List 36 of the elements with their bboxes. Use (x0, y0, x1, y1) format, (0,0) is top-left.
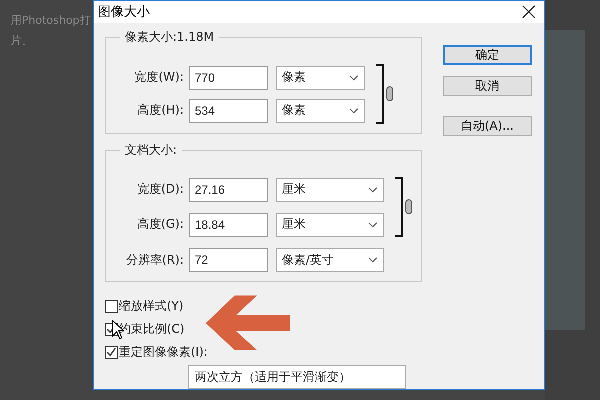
field-label: 高度(H): (136, 102, 184, 119)
field-label: 高度(G): (136, 216, 184, 233)
chevron-icon (349, 108, 359, 114)
group-title: 文档大小: (120, 142, 182, 159)
unit-dropdown[interactable]: 像素/英寸 (276, 248, 384, 272)
unit-dropdown[interactable]: 像素 (276, 98, 365, 122)
field-label: 宽度(W): (134, 69, 184, 86)
checkbox[interactable] (105, 300, 118, 313)
field-label: 分辨率(R): (125, 252, 184, 268)
dialog-button[interactable]: 自动(A)... (443, 116, 532, 136)
group-title: 像素大小:1.18M (120, 29, 220, 46)
checkbox-label: 缩放样式(Y) (119, 298, 184, 315)
chevron-icon (368, 222, 378, 228)
unit-dropdown[interactable]: 像素 (276, 66, 365, 90)
background-text: 用Photoshop打 (11, 13, 92, 29)
dialog-button[interactable]: 取消 (443, 76, 532, 96)
dialog-button[interactable]: 确定 (443, 45, 532, 65)
chevron-icon (368, 257, 378, 263)
input-field[interactable]: 27.16 (189, 178, 268, 202)
unit-dropdown[interactable]: 厘米 (276, 212, 384, 236)
chevron-icon (349, 74, 359, 80)
background-text: 片。 (11, 33, 34, 49)
field-label: 宽度(D): (136, 181, 184, 198)
checkbox-label: 重定图像像素(I): (119, 344, 208, 361)
input-field[interactable]: 534 (189, 98, 268, 122)
unit-dropdown[interactable]: 厘米 (276, 178, 384, 202)
close-icon[interactable] (522, 5, 536, 19)
check-icon (106, 347, 117, 358)
input-field[interactable]: 72 (189, 248, 268, 272)
input-field[interactable]: 770 (189, 66, 268, 90)
checkbox[interactable] (105, 346, 118, 359)
input-field[interactable]: 18.84 (189, 212, 268, 236)
resample-dropdown[interactable]: 两次立方（适用于平滑渐变） (188, 365, 406, 389)
chevron-icon (368, 186, 378, 192)
link-bracket-icon (375, 64, 395, 124)
window-title: 图像大小 (98, 4, 150, 21)
